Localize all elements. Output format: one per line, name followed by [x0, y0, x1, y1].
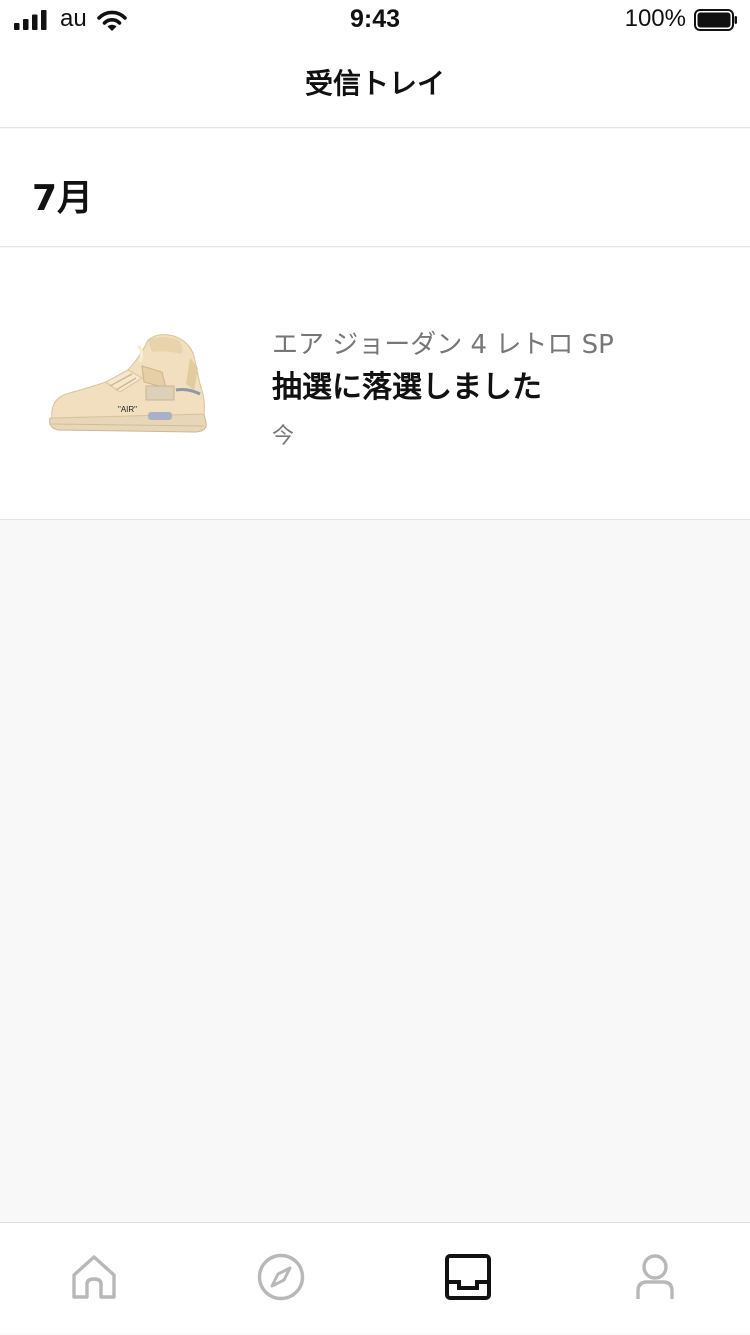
page-title: 受信トレイ	[304, 67, 445, 100]
tab-inbox[interactable]	[374, 1223, 561, 1335]
month-label: 7月	[32, 178, 94, 219]
inbox-icon	[444, 1254, 491, 1300]
bottom-tab-bar	[0, 1222, 750, 1334]
svg-text:"AIR": "AIR"	[118, 405, 137, 414]
notification-product-name: エア ジョーダン 4 レトロ SP	[272, 330, 614, 360]
home-icon	[71, 1255, 116, 1299]
tab-home[interactable]	[0, 1223, 187, 1335]
profile-icon	[635, 1254, 674, 1299]
tab-discover[interactable]	[187, 1223, 374, 1335]
tab-profile[interactable]	[561, 1223, 748, 1335]
sneaker-thumbnail: "AIR"	[49, 334, 207, 433]
month-section-header: 7月	[0, 129, 750, 247]
status-bar: au 9:43 100%	[0, 0, 750, 40]
battery-icon	[694, 9, 737, 31]
notification-message: 抽選に落選しました	[272, 370, 542, 405]
compass-icon	[257, 1253, 304, 1301]
notification-timestamp: 今	[272, 424, 295, 449]
battery-percentage: 100%	[624, 5, 686, 32]
navigation-header: 受信トレイ	[0, 40, 750, 128]
notification-item[interactable]: "AIR" エア ジョーダン 4 レトロ SP 抽選に落選しました 今	[0, 248, 750, 520]
